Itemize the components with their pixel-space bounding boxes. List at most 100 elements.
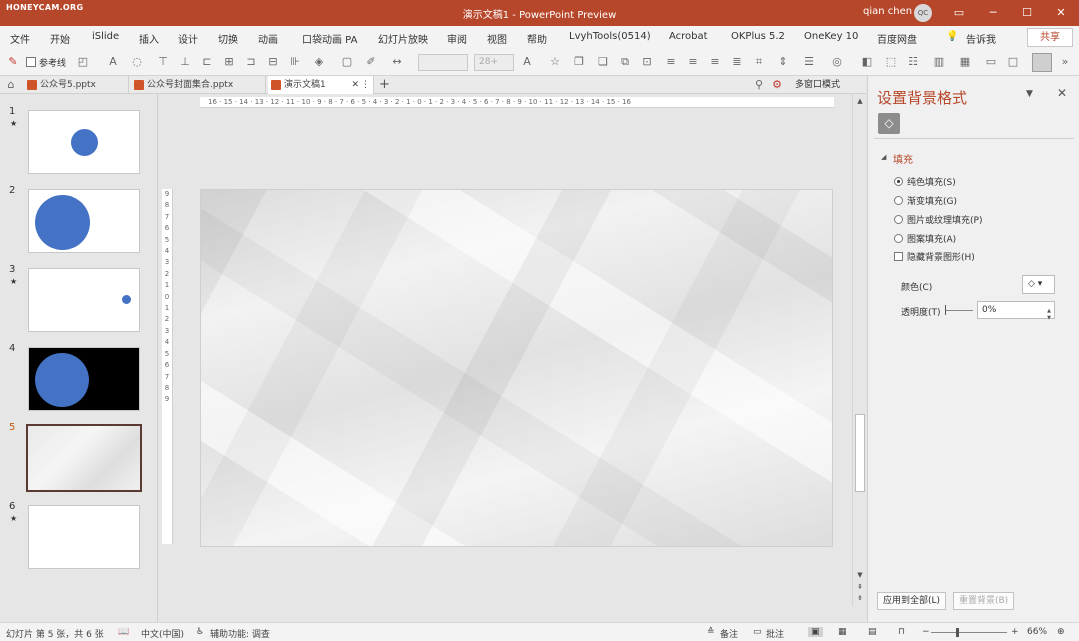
language-indicator[interactable]: 中文(中国) [141,627,184,640]
hide-bg-graphics-label[interactable]: 隐藏背景图形(H) [907,250,975,263]
tab-islide[interactable]: iSlide [92,31,119,42]
tab-baidu-netdisk[interactable]: 百度网盘 [877,31,917,46]
picture-fill-radio[interactable] [894,215,903,224]
close-pane-icon[interactable]: ✕ [1057,86,1067,100]
shape-outline-icon[interactable]: ◰ [76,55,90,69]
list-icon[interactable]: ☷ [906,55,920,69]
distribute-icon[interactable]: ⊪ [288,55,302,69]
fit-to-window-icon[interactable]: ⊕ [1057,627,1065,637]
layer-icon[interactable]: ◧ [860,55,874,69]
align-top-icon[interactable]: ⊤ [156,55,170,69]
slide-canvas[interactable] [200,189,833,547]
apply-to-all-button[interactable]: 应用到全部(L) [877,592,947,610]
maximize-icon[interactable]: ☐ [1014,3,1040,23]
pattern-fill-label[interactable]: 图案填充(A) [907,232,956,245]
align-left-icon[interactable]: ⊏ [200,55,214,69]
ribbon-display-icon[interactable]: ▭ [946,3,972,23]
multi-window-mode[interactable]: 多窗口模式 [783,76,840,94]
prev-slide-icon[interactable]: ⇞ [855,583,865,591]
pen-icon[interactable]: ✐ [364,55,378,69]
add-tab-icon[interactable]: + [379,76,390,94]
tab-review[interactable]: 审阅 [447,31,467,46]
next-slide-icon[interactable]: ⇟ [855,594,865,602]
zoom-out-icon[interactable]: − [922,627,930,637]
pin-icon[interactable]: ⚲ [752,78,766,92]
tab-transitions[interactable]: 切换 [218,31,238,46]
share-button[interactable]: 共享 [1027,28,1073,47]
doc-tab-1[interactable]: 公众号5.pptx [24,76,129,94]
text-align-center-icon[interactable]: ≡ [686,55,700,69]
font-color-icon[interactable]: A [520,55,534,69]
fill-color-icon[interactable]: ◈ [312,55,326,69]
tab-acrobat[interactable]: Acrobat [669,31,708,42]
hide-bg-graphics-checkbox[interactable] [894,252,903,261]
text-justify-icon[interactable]: ≣ [730,55,744,69]
vertical-scrollbar[interactable]: ▲ ▼ ⇞ ⇟ [852,94,866,606]
tab-pocket-animation[interactable]: 口袋动画 PA [302,31,357,46]
reset-background-button[interactable]: 重置背景(B) [953,592,1015,610]
transparency-slider[interactable] [945,310,973,311]
user-name[interactable]: qian chen [863,6,912,17]
slide-thumbnail-5[interactable] [26,424,142,492]
font-combo[interactable] [418,54,468,71]
tab-onekey[interactable]: OneKey 10 [804,31,858,42]
tab-help[interactable]: 帮助 [527,31,547,46]
zoom-slider[interactable] [931,632,1007,633]
zoom-in-icon[interactable]: + [1011,627,1019,637]
font-size-combo[interactable]: 28+ [474,54,514,71]
align-bottom-icon[interactable]: ⊥ [178,55,192,69]
grow-font-icon[interactable]: ☆ [548,55,562,69]
avatar[interactable]: QC [914,4,932,22]
picture-fill-label[interactable]: 图片或纹理填充(P) [907,213,982,226]
effects-icon[interactable]: ◎ [830,55,844,69]
scroll-down-icon[interactable]: ▼ [855,571,865,579]
spellcheck-icon[interactable]: 📖 [118,627,129,637]
fill-section-title[interactable]: 填充 [893,151,913,166]
align-right-icon[interactable]: ⊐ [244,55,258,69]
format-painter-icon[interactable]: ✎ [6,55,20,69]
slide-thumbnail-3[interactable] [28,268,140,332]
tab-lvyhtools[interactable]: LvyhTools(0514) [569,31,651,42]
tab-slideshow[interactable]: 幻灯片放映 [378,31,428,46]
solid-fill-radio[interactable] [894,177,903,186]
copy-format-icon[interactable]: ❐ [572,55,586,69]
bullets-icon[interactable]: ☰ [802,55,816,69]
duplicate-icon[interactable]: ❏ [596,55,610,69]
minimize-icon[interactable]: ─ [980,3,1006,23]
close-tab-icon[interactable]: ✕ [351,76,359,94]
tab-file[interactable]: 文件 [10,31,30,46]
accessibility-icon[interactable]: ♿ [196,627,204,637]
text-box-icon[interactable]: A [106,55,120,69]
fill-bucket-icon[interactable]: ◇ [878,113,900,134]
slide-thumbnail-4[interactable] [28,347,140,411]
line-spacing-icon[interactable]: ⇕ [776,55,790,69]
reading-view-toggle[interactable] [1032,53,1052,72]
select-icon[interactable]: ⬚ [884,55,898,69]
solid-fill-label[interactable]: 纯色填充(S) [907,175,956,188]
normal-view-icon[interactable]: ▣ [808,627,823,637]
columns-icon[interactable]: ▥ [932,55,946,69]
gradient-fill-label[interactable]: 渐变填充(G) [907,194,957,207]
box-icon[interactable]: □ [1006,55,1020,69]
tab-view[interactable]: 视图 [487,31,507,46]
slide-thumbnail-2[interactable] [28,189,140,253]
slideshow-icon[interactable]: ⊓ [898,627,905,637]
gradient-fill-radio[interactable] [894,196,903,205]
text-align-left-icon[interactable]: ≡ [664,55,678,69]
comments-button[interactable]: 批注 [766,627,784,640]
tell-me-search[interactable]: 告诉我 [966,31,996,46]
scrollbar-thumb[interactable] [855,414,865,492]
tab-menu-icon[interactable]: ⋮ [361,76,370,94]
spin-down-icon[interactable]: ▼ [1047,310,1051,326]
tab-insert[interactable]: 插入 [139,31,159,46]
zoom-slider-knob[interactable] [956,628,959,637]
char-spacing-icon[interactable]: ↔ [390,55,404,69]
notes-icon[interactable]: ≙ [707,627,715,637]
settings-gear-icon[interactable]: ⚙ [770,78,784,92]
slide-thumbnail-6[interactable] [28,505,140,569]
accessibility-status[interactable]: 辅助功能: 调查 [210,627,270,640]
text-align-right-icon[interactable]: ≡ [708,55,722,69]
slide-thumbnail-1[interactable] [28,110,140,174]
align-center-icon[interactable]: ⊞ [222,55,236,69]
scroll-up-icon[interactable]: ▲ [855,97,865,105]
